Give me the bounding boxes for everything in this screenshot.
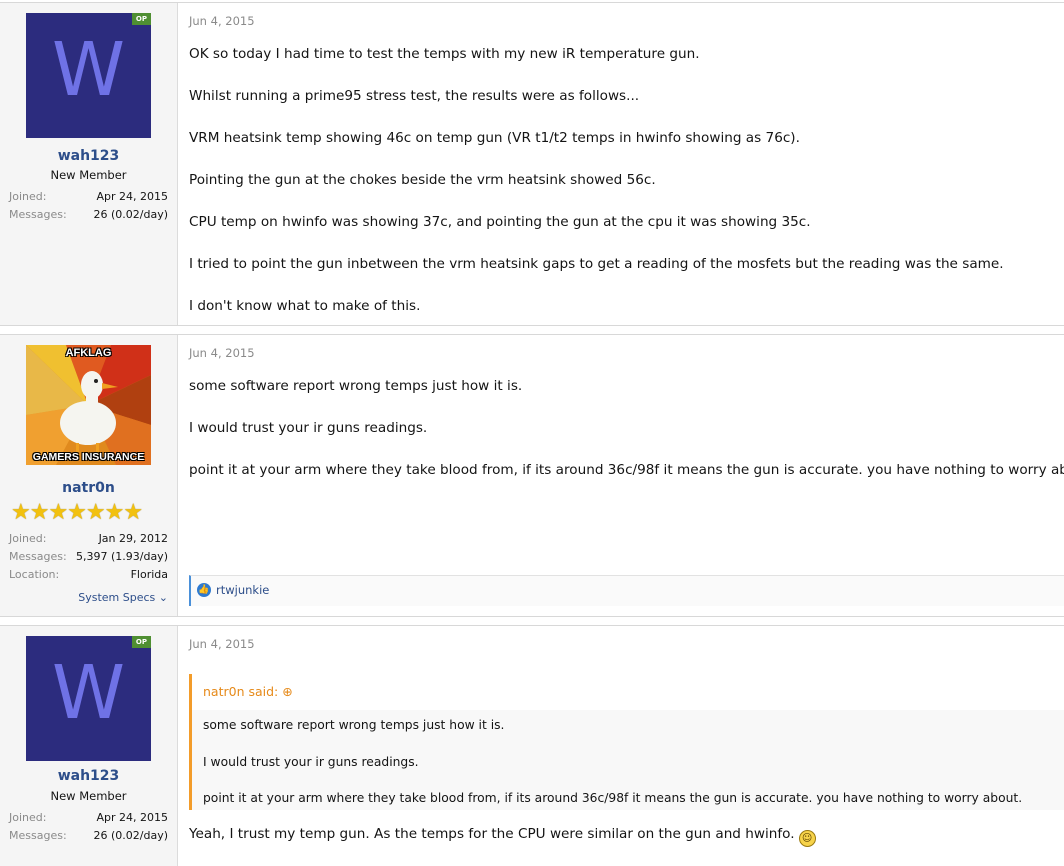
avatar-meme[interactable]: AFKLAG GAMERS INSURANCE	[26, 345, 151, 465]
stat-label: Joined:	[9, 532, 47, 545]
avatar-top-text: AFKLAG	[65, 347, 112, 359]
stat-value: 26 (0.02/day)	[93, 829, 168, 842]
stat-value: 5,397 (1.93/day)	[75, 550, 168, 563]
smiley-icon: ☺	[798, 830, 816, 847]
post-3: W OP wah123 New Member Joined: Apr 24, 2…	[0, 625, 1064, 866]
stat-value: Apr 24, 2015	[96, 811, 168, 824]
username[interactable]: wah123	[0, 148, 177, 164]
like-icon: 👍	[197, 583, 211, 597]
quote-line: some software report wrong temps just ho…	[203, 718, 505, 732]
stat-label: Messages:	[9, 550, 67, 563]
post-date[interactable]: Jun 4, 2015	[189, 637, 255, 651]
post-paragraph: I would trust your ir guns readings.	[189, 420, 428, 436]
stat-messages: Messages: 26 (0.02/day)	[9, 829, 168, 845]
post-text: Yeah, I trust my temp gun. As the temps …	[189, 826, 795, 842]
user-panel: W OP wah123 New Member Joined: Apr 24, 2…	[0, 626, 178, 866]
avatar-letter: W	[51, 27, 126, 113]
post-paragraph: point it at your arm where they take blo…	[189, 462, 1064, 478]
avatar-bottom-text: GAMERS INSURANCE	[32, 451, 145, 463]
post-paragraph: I tried to point the gun inbetween the v…	[189, 256, 1004, 272]
post-1: W OP wah123 New Member Joined: Apr 24, 2…	[0, 2, 1064, 326]
stat-label: Messages:	[9, 829, 67, 842]
stat-location: Location: Florida	[9, 568, 168, 584]
duck-avatar-icon	[26, 345, 151, 465]
post-paragraph: Pointing the gun at the chokes beside th…	[189, 172, 656, 188]
stat-label: Messages:	[9, 208, 67, 221]
quote-header: natr0n said: ⊕	[192, 674, 1064, 710]
stat-label: Location:	[9, 568, 60, 581]
stat-messages: Messages: 5,397 (1.93/day)	[9, 550, 168, 566]
post-paragraph: OK so today I had time to test the temps…	[189, 46, 700, 62]
reactions-bar: 👍 rtwjunkie	[189, 575, 1064, 606]
post-date[interactable]: Jun 4, 2015	[189, 346, 255, 360]
post-date[interactable]: Jun 4, 2015	[189, 14, 255, 28]
quote-block: natr0n said: ⊕ some software report wron…	[189, 674, 1064, 810]
user-panel: AFKLAG GAMERS INSURANCE natr0n ★★★★★★★ J…	[0, 335, 178, 616]
quote-line: I would trust your ir guns readings.	[203, 755, 419, 769]
stat-label: Joined:	[9, 811, 47, 824]
username[interactable]: wah123	[0, 768, 177, 784]
rank-stars-icon: ★★★★★★★	[11, 500, 143, 525]
stat-value: Jan 29, 2012	[98, 532, 168, 545]
stat-joined: Joined: Apr 24, 2015	[9, 811, 168, 827]
post-paragraph: VRM heatsink temp showing 46c on temp gu…	[189, 130, 800, 146]
quote-author-link[interactable]: natr0n said: ⊕	[203, 684, 293, 699]
avatar[interactable]: W OP	[26, 636, 151, 761]
post-paragraph: I don't know what to make of this.	[189, 298, 421, 314]
post-paragraph: CPU temp on hwinfo was showing 37c, and …	[189, 214, 811, 230]
stat-messages: Messages: 26 (0.02/day)	[9, 208, 168, 224]
op-badge: OP	[131, 636, 151, 648]
user-panel: W OP wah123 New Member Joined: Apr 24, 2…	[0, 3, 178, 325]
avatar[interactable]: W OP	[26, 13, 151, 138]
stat-joined: Joined: Jan 29, 2012	[9, 532, 168, 548]
user-title: New Member	[50, 168, 127, 182]
post-paragraph: Yeah, I trust my temp gun. As the temps …	[189, 826, 816, 847]
avatar-letter: W	[51, 650, 126, 736]
stat-joined: Joined: Apr 24, 2015	[9, 190, 168, 206]
stat-value: Apr 24, 2015	[96, 190, 168, 203]
reaction-user-link[interactable]: rtwjunkie	[216, 583, 269, 597]
username[interactable]: natr0n	[0, 480, 177, 496]
post-body: Jun 4, 2015 natr0n said: ⊕ some software…	[189, 626, 1064, 866]
post-paragraph: Whilst running a prime95 stress test, th…	[189, 88, 640, 104]
post-body: Jun 4, 2015 some software report wrong t…	[189, 335, 1064, 616]
post-body: Jun 4, 2015 OK so today I had time to te…	[189, 3, 1064, 325]
stat-label: Joined:	[9, 190, 47, 203]
quote-line: point it at your arm where they take blo…	[203, 791, 1023, 805]
post-paragraph: some software report wrong temps just ho…	[189, 378, 523, 394]
stat-value: Florida	[130, 568, 168, 581]
stat-value: 26 (0.02/day)	[93, 208, 168, 221]
op-badge: OP	[131, 13, 151, 25]
post-2: AFKLAG GAMERS INSURANCE natr0n ★★★★★★★ J…	[0, 334, 1064, 617]
system-specs-toggle[interactable]: System Specs ⌄	[78, 591, 168, 604]
user-title: New Member	[50, 789, 127, 803]
